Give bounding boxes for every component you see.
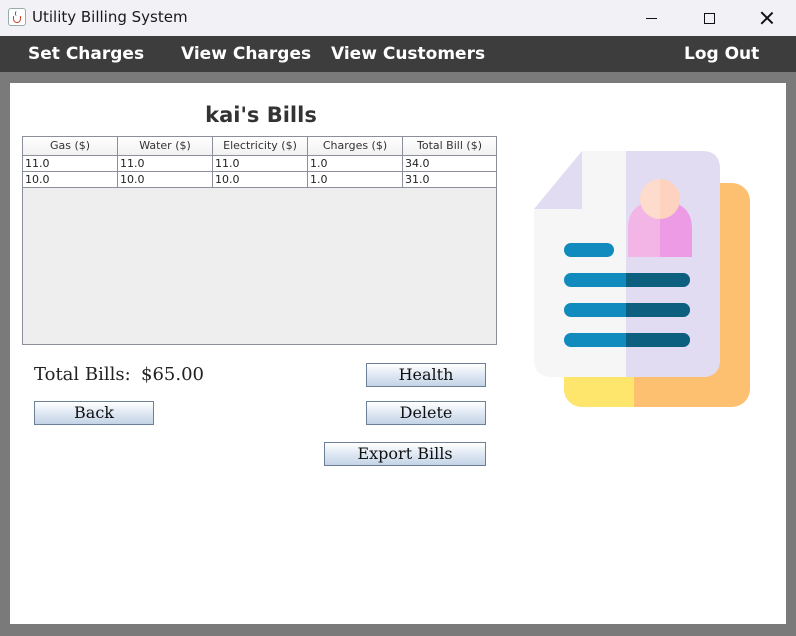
close-button[interactable] (738, 0, 796, 36)
maximize-icon (703, 12, 715, 24)
table-row[interactable]: 11.0 11.0 11.0 1.0 34.0 (23, 156, 496, 172)
table-header: Gas ($) Water ($) Electricity ($) Charge… (23, 137, 496, 156)
page-title: kai's Bills (205, 103, 317, 127)
table-cell[interactable]: 1.0 (308, 172, 403, 187)
title-bar: Utility Billing System (0, 0, 796, 36)
table-cell[interactable]: 1.0 (308, 156, 403, 171)
table-cell[interactable]: 10.0 (23, 172, 118, 187)
table-cell[interactable]: 10.0 (213, 172, 308, 187)
table-cell[interactable]: 11.0 (23, 156, 118, 171)
table-cell[interactable]: 31.0 (403, 172, 496, 187)
delete-button[interactable]: Delete (366, 401, 486, 425)
column-header-water[interactable]: Water ($) (118, 137, 213, 155)
table-cell[interactable]: 11.0 (213, 156, 308, 171)
back-button[interactable]: Back (34, 401, 154, 425)
column-header-total-bill[interactable]: Total Bill ($) (403, 137, 496, 155)
close-icon (760, 11, 774, 25)
table-cell[interactable]: 34.0 (403, 156, 496, 171)
window-title: Utility Billing System (32, 8, 188, 26)
total-bills-label: Total Bills: (34, 364, 131, 385)
column-header-charges[interactable]: Charges ($) (308, 137, 403, 155)
column-header-electricity[interactable]: Electricity ($) (213, 137, 308, 155)
java-cup-icon (8, 8, 26, 26)
bills-table[interactable]: Gas ($) Water ($) Electricity ($) Charge… (22, 136, 497, 345)
menu-log-out[interactable]: Log Out (684, 44, 759, 64)
export-bills-button[interactable]: Export Bills (324, 442, 486, 466)
menu-bar: Set Charges View Charges View Customers … (0, 36, 796, 72)
table-row[interactable]: 10.0 10.0 10.0 1.0 31.0 (23, 172, 496, 188)
health-button[interactable]: Health (366, 363, 486, 387)
maximize-button[interactable] (680, 0, 738, 36)
table-cell[interactable]: 10.0 (118, 172, 213, 187)
bill-document-icon (534, 151, 750, 407)
table-cell[interactable]: 11.0 (118, 156, 213, 171)
minimize-icon (645, 17, 657, 19)
menu-set-charges[interactable]: Set Charges (28, 44, 144, 64)
minimize-button[interactable] (622, 0, 680, 36)
menu-view-charges[interactable]: View Charges (181, 44, 311, 64)
total-bills-value: $65.00 (141, 364, 204, 385)
column-header-gas[interactable]: Gas ($) (23, 137, 118, 155)
content-panel: kai's Bills Gas ($) Water ($) Electricit… (10, 83, 786, 624)
menu-view-customers[interactable]: View Customers (331, 44, 485, 64)
